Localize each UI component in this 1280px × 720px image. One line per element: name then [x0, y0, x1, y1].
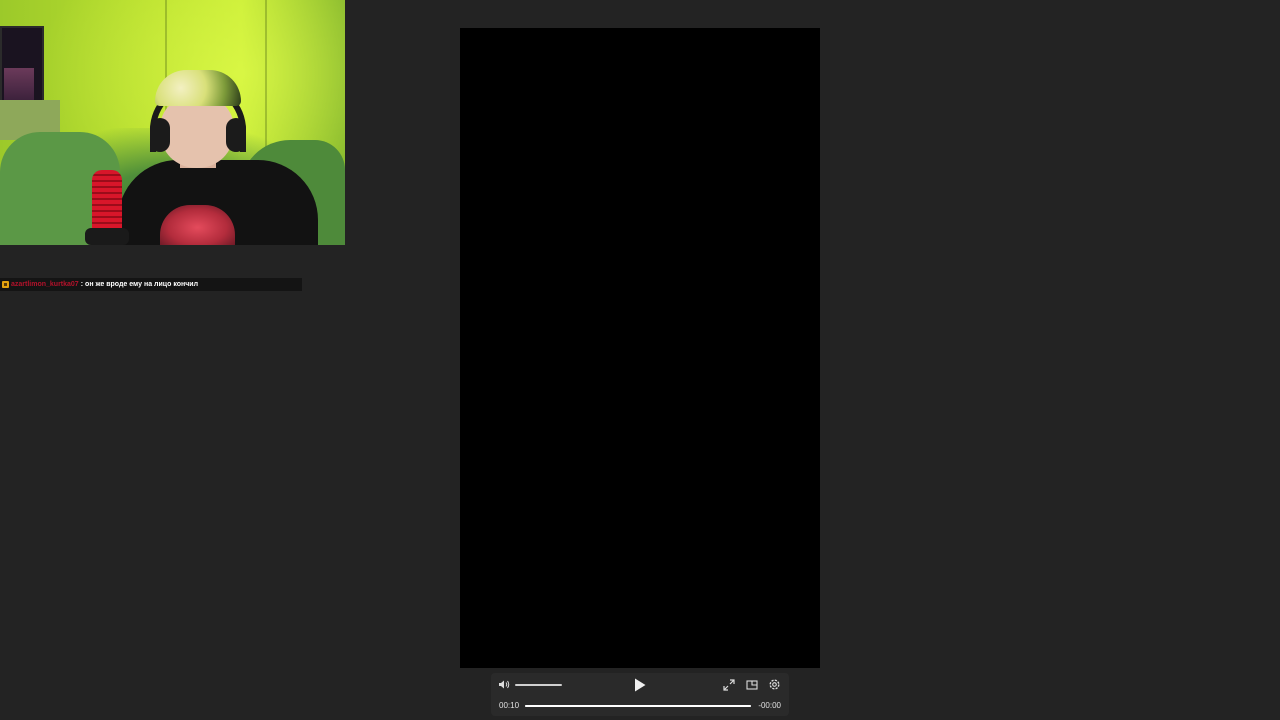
chat-separator: : — [80, 281, 84, 288]
progress-fill — [525, 705, 751, 707]
play-icon — [635, 678, 646, 692]
player-controls: 00:10 -00:00 — [491, 673, 789, 716]
page: azartlimon_kurtka07 : он же вроде ему на… — [0, 0, 1280, 720]
streamer-cap — [155, 70, 241, 106]
play-button[interactable] — [633, 677, 647, 693]
remaining-time: -00:00 — [758, 701, 781, 710]
webcam-overlay — [0, 0, 345, 245]
speaker-icon[interactable] — [498, 679, 510, 690]
volume-slider[interactable] — [515, 684, 562, 686]
picture-in-picture-icon[interactable] — [746, 679, 758, 691]
moderator-badge-icon — [2, 281, 9, 288]
current-time: 00:10 — [499, 701, 520, 710]
gear-icon[interactable] — [768, 678, 781, 691]
progress-bar[interactable] — [525, 705, 751, 707]
expand-icon[interactable] — [723, 679, 735, 691]
tv-screen — [0, 26, 44, 113]
shirt-print — [160, 205, 235, 245]
video-player[interactable] — [460, 28, 820, 668]
microphone-base — [85, 228, 129, 245]
chat-message-text: он же вроде ему на лицо кончил — [85, 281, 199, 288]
headphone-right — [226, 118, 246, 152]
microphone — [92, 170, 122, 235]
headphone-left — [150, 118, 170, 152]
chat-message: azartlimon_kurtka07 : он же вроде ему на… — [0, 278, 302, 291]
chat-username[interactable]: azartlimon_kurtka07 — [11, 278, 79, 291]
